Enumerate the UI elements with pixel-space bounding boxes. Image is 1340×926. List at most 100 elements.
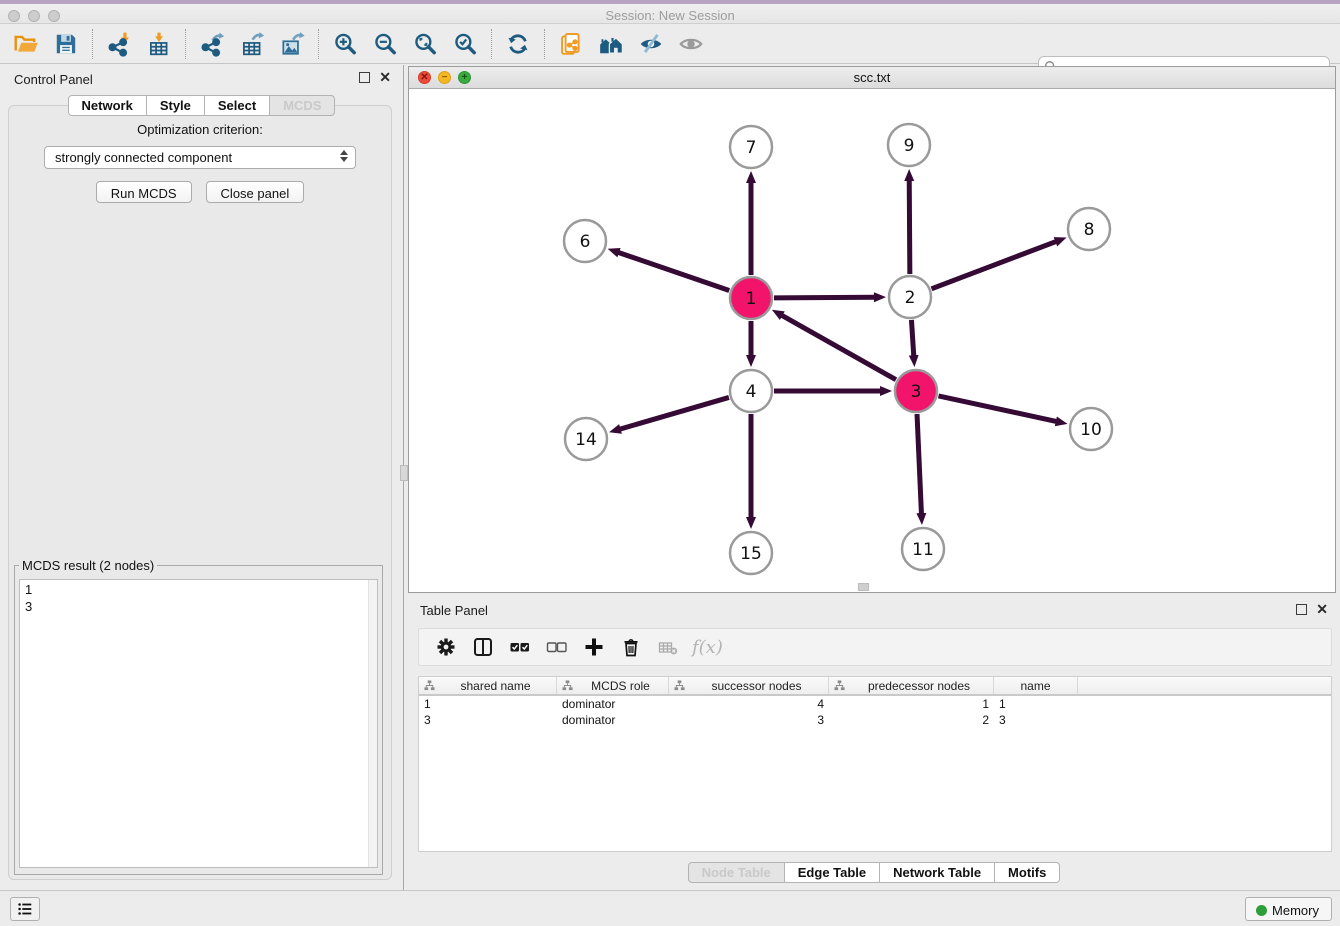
graph-node-9[interactable]: 9: [888, 124, 930, 166]
eye-icon: [678, 31, 704, 57]
export-network-button[interactable]: [192, 27, 232, 61]
column-header-MCDS-role[interactable]: MCDS role: [557, 677, 669, 694]
table-cell[interactable]: 2: [829, 712, 994, 728]
zoom-fit-button[interactable]: [405, 27, 445, 61]
select-all-button[interactable]: [505, 632, 535, 662]
svg-text:6: 6: [580, 232, 591, 252]
document-network-icon: [558, 31, 584, 57]
tab-motifs[interactable]: Motifs: [995, 862, 1060, 883]
delete-column-button[interactable]: [616, 632, 646, 662]
column-label: MCDS role: [573, 679, 668, 693]
export-table-button[interactable]: [232, 27, 272, 61]
memory-button[interactable]: Memory: [1245, 897, 1332, 921]
splitter-grip-icon[interactable]: [400, 465, 408, 481]
table-cell[interactable]: dominator: [557, 696, 669, 712]
network-frame-titlebar: ✕ − + scc.txt: [409, 67, 1335, 89]
edge-1-2[interactable]: [774, 297, 875, 298]
column-header-shared-name[interactable]: shared name: [419, 677, 557, 694]
table-cell[interactable]: dominator: [557, 712, 669, 728]
cyndex-browser-button[interactable]: [591, 27, 631, 61]
table-cell[interactable]: 1: [419, 696, 557, 712]
edge-2-3[interactable]: [911, 320, 913, 356]
edge-3-1[interactable]: [781, 315, 895, 380]
close-panel-button-2[interactable]: Close panel: [206, 181, 305, 203]
graph-node-7[interactable]: 7: [730, 126, 772, 168]
table-cell[interactable]: 3: [419, 712, 557, 728]
graph-node-8[interactable]: 8: [1068, 208, 1110, 250]
delete-table-button[interactable]: [653, 632, 683, 662]
titlebar: Session: New Session: [0, 0, 1340, 24]
graph-node-14[interactable]: 14: [565, 418, 607, 460]
graph-node-6[interactable]: 6: [564, 220, 606, 262]
tab-network[interactable]: Network: [68, 95, 147, 116]
add-column-button[interactable]: [579, 632, 609, 662]
tab-node-table[interactable]: Node Table: [688, 862, 785, 883]
export-image-button[interactable]: [272, 27, 312, 61]
zoom-in-button[interactable]: [325, 27, 365, 61]
graph-node-4[interactable]: 4: [730, 370, 772, 412]
show-graphics-details-button[interactable]: [671, 27, 711, 61]
edge-3-11[interactable]: [917, 414, 921, 514]
table-cell[interactable]: 1: [829, 696, 994, 712]
hide-graphics-details-button[interactable]: [631, 27, 671, 61]
zoom-selected-button[interactable]: [445, 27, 485, 61]
table-cell[interactable]: 3: [994, 712, 1078, 728]
tab-edge-table[interactable]: Edge Table: [785, 862, 880, 883]
gear-icon: [435, 636, 457, 658]
column-label: successor nodes: [685, 679, 828, 693]
edge-3-10[interactable]: [938, 396, 1056, 422]
zoom-out-button[interactable]: [365, 27, 405, 61]
network-graph[interactable]: 7 9 6 8 1 2 4 3 14 10 15 11: [409, 89, 1335, 592]
tab-select[interactable]: Select: [205, 95, 270, 116]
graph-node-3[interactable]: 3: [895, 370, 937, 412]
table-settings-button[interactable]: [431, 632, 461, 662]
edge-2-9[interactable]: [909, 180, 910, 274]
show-panels-button[interactable]: [10, 897, 40, 921]
eye-slash-icon: [638, 31, 664, 57]
edge-1-6[interactable]: [618, 252, 729, 290]
table-cell[interactable]: 3: [669, 712, 829, 728]
table-panel-header: Table Panel ✕: [408, 601, 1340, 621]
save-session-button[interactable]: [46, 27, 86, 61]
column-header-successor-nodes[interactable]: successor nodes: [669, 677, 829, 694]
graph-node-10[interactable]: 10: [1070, 408, 1112, 450]
edge-2-8[interactable]: [932, 241, 1057, 288]
column-header-predecessor-nodes[interactable]: predecessor nodes: [829, 677, 994, 694]
edge-4-14[interactable]: [620, 397, 729, 429]
close-panel-button[interactable]: ✕: [379, 72, 391, 83]
import-network-icon: [106, 31, 132, 57]
tab-style[interactable]: Style: [147, 95, 205, 116]
graph-node-1[interactable]: 1: [730, 277, 772, 319]
column-header-name[interactable]: name: [994, 677, 1078, 694]
import-network-button[interactable]: [99, 27, 139, 61]
function-builder-button[interactable]: f(x): [692, 637, 723, 658]
control-panel-title: Control Panel: [14, 72, 93, 87]
result-scrollbar[interactable]: [368, 580, 377, 867]
table-row[interactable]: 3dominator323: [419, 712, 1331, 728]
table-cell[interactable]: 4: [669, 696, 829, 712]
criterion-select[interactable]: strongly connected component: [44, 146, 356, 169]
import-table-button[interactable]: [139, 27, 179, 61]
run-mcds-button[interactable]: Run MCDS: [96, 181, 192, 203]
table-header-row: shared name MCDS role successor nodes pr…: [419, 677, 1331, 696]
open-session-button[interactable]: [6, 27, 46, 61]
refresh-button[interactable]: [498, 27, 538, 61]
tab-network-table[interactable]: Network Table: [880, 862, 995, 883]
canvas-scroll-grip[interactable]: [858, 583, 869, 591]
show-column-panel-button[interactable]: [468, 632, 498, 662]
graph-node-15[interactable]: 15: [730, 532, 772, 574]
open-ndex-network-button[interactable]: [551, 27, 591, 61]
list-icon: [16, 900, 34, 918]
graph-node-2[interactable]: 2: [889, 276, 931, 318]
refresh-icon: [505, 31, 531, 57]
deselect-all-button[interactable]: [542, 632, 572, 662]
graph-node-11[interactable]: 11: [902, 528, 944, 570]
float-panel-button[interactable]: [359, 72, 370, 83]
network-canvas[interactable]: 7 9 6 8 1 2 4 3 14 10 15 11: [409, 89, 1335, 592]
tab-mcds[interactable]: MCDS: [270, 95, 335, 116]
table-row[interactable]: 1dominator411: [419, 696, 1331, 712]
close-table-panel-button[interactable]: ✕: [1316, 604, 1328, 615]
float-table-panel-button[interactable]: [1296, 604, 1307, 615]
table-cell[interactable]: 1: [994, 696, 1078, 712]
network-frame-title: scc.txt: [409, 70, 1335, 85]
